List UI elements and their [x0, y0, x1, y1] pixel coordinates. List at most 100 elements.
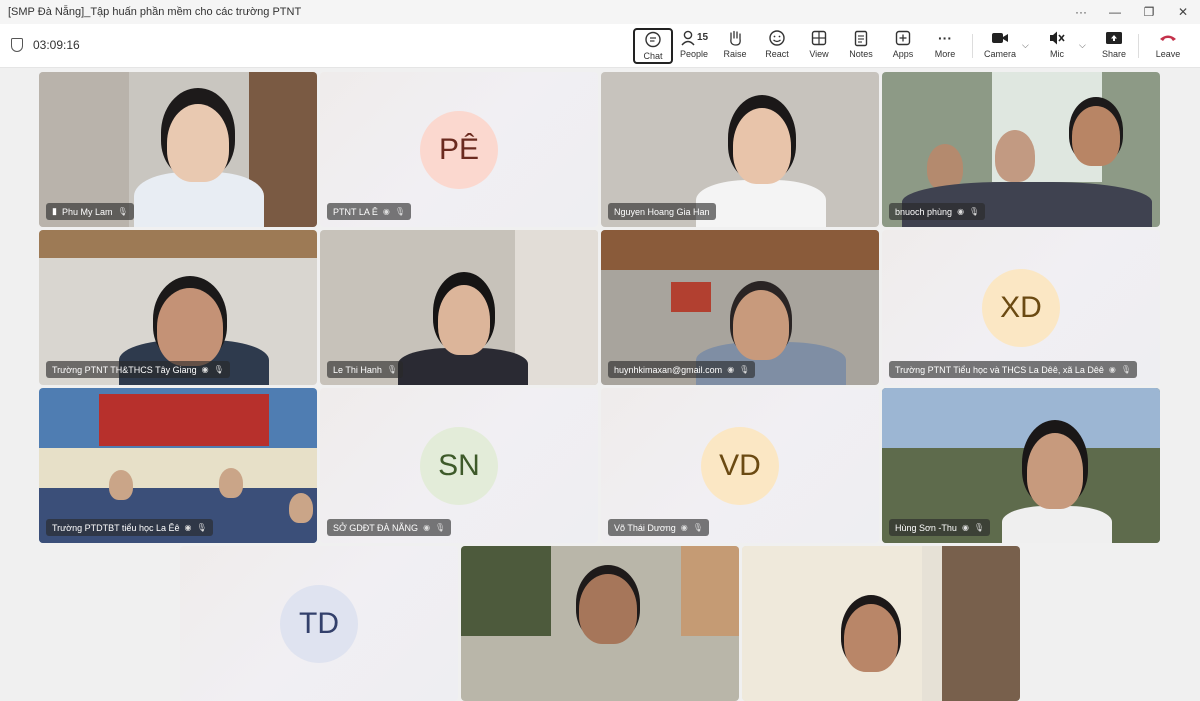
participant-name-tag: Võ Thái Dương ◉ 🎙︎	[608, 519, 709, 536]
participant-avatar: SN	[420, 426, 498, 505]
participant-grid: ▮ Phu My Lam 🎙︎ PÊ PTNT LA Ê ◉ 🎙︎ Nguyen Hoa…	[0, 68, 1200, 701]
mic-label: Mic	[1050, 49, 1064, 59]
hand-icon	[727, 28, 743, 48]
participant-tile[interactable]: Trường PTDTBT tiểu học La Êê ◉ 🎙︎	[39, 388, 317, 543]
participant-name-tag: PTNT LA Ê ◉ 🎙︎	[327, 203, 411, 220]
raise-label: Raise	[723, 49, 747, 59]
participant-tile[interactable]: VD Võ Thái Dương ◉ 🎙︎	[601, 388, 879, 543]
notes-button[interactable]: Notes	[841, 28, 881, 64]
participant-tile[interactable]: Hùng Sơn -Thu ◉ 🎙︎	[882, 388, 1160, 543]
hang-up-icon	[1159, 28, 1177, 48]
share-button[interactable]: Share	[1094, 28, 1134, 64]
signal-icon: ▮	[52, 206, 57, 216]
smiley-icon	[768, 28, 786, 48]
ellipsis-icon: ···	[938, 30, 952, 46]
people-count: 15	[696, 32, 709, 43]
participant-name-tag: Hùng Sơn -Thu ◉ 🎙︎	[889, 519, 991, 536]
toolbar-divider	[972, 34, 973, 58]
participant-avatar: PÊ	[420, 110, 498, 189]
spotlight-icon: ◉	[184, 523, 192, 532]
window-title: [SMP Đà Nẵng]_Tập huấn phần mềm cho các …	[8, 6, 302, 18]
people-button[interactable]: 15 People	[673, 28, 715, 64]
mic-button[interactable]: Mic	[1037, 28, 1077, 64]
apps-button[interactable]: Apps	[883, 28, 923, 64]
camera-icon	[991, 28, 1009, 48]
participant-name-tag: Trường PTNT Tiểu học và THCS La Dêê, xã …	[889, 361, 1137, 378]
participant-name-tag: Trường PTNT TH&THCS Tây Giang ◉ 🎙︎	[46, 361, 230, 378]
chat-label: Chat	[643, 51, 663, 61]
plus-icon	[895, 28, 911, 48]
participant-avatar: VD	[701, 426, 779, 505]
leave-button[interactable]: Leave	[1148, 28, 1188, 64]
more-options-icon[interactable]: ···	[1064, 0, 1098, 24]
participant-tile[interactable]: bnuoch phùng ◉ 🎙︎	[882, 72, 1160, 227]
chat-button[interactable]: Chat	[633, 28, 673, 64]
elapsed-time: 03:09:16	[33, 38, 80, 52]
mic-off-icon	[1048, 28, 1066, 48]
restore-button[interactable]: ❐	[1132, 0, 1166, 24]
people-label: People	[679, 49, 709, 59]
participant-name-tag: Nguyen Hoang Gia Han	[608, 203, 716, 220]
chat-bubble-icon	[644, 30, 662, 50]
toolbar-divider	[1138, 34, 1139, 58]
mic-muted-icon: 🎙︎	[969, 207, 980, 216]
people-icon: 15	[680, 28, 708, 48]
share-screen-icon	[1105, 28, 1123, 48]
mic-muted-icon: 🎙︎	[386, 365, 398, 374]
participant-name-tag: Le Thi Hanh 🎙︎	[327, 361, 404, 378]
spotlight-icon: ◉	[727, 365, 735, 374]
camera-button[interactable]: Camera	[980, 28, 1020, 64]
participant-tile[interactable]	[461, 546, 739, 701]
participant-tile[interactable]	[742, 546, 1020, 701]
mic-muted-icon: 🎙︎	[196, 523, 207, 532]
leave-label: Leave	[1155, 49, 1181, 59]
participant-name-tag: Trường PTDTBT tiểu học La Êê ◉ 🎙︎	[46, 519, 213, 536]
spotlight-icon: ◉	[957, 207, 965, 216]
mic-muted-icon: 🎙︎	[117, 207, 128, 216]
participant-tile[interactable]: TD	[180, 546, 458, 701]
mic-options-chevron-icon[interactable]: ⌵	[1079, 40, 1086, 51]
participant-avatar: XD	[982, 268, 1060, 347]
mic-muted-icon: 🎙︎	[1120, 365, 1131, 374]
participant-tile[interactable]: Le Thi Hanh 🎙︎	[320, 230, 598, 385]
mic-muted-icon: 🎙︎	[394, 207, 405, 216]
react-label: React	[765, 49, 789, 59]
spotlight-icon: ◉	[680, 523, 688, 532]
spotlight-icon: ◉	[1108, 365, 1116, 374]
mic-muted-icon: 🎙︎	[692, 523, 703, 532]
spotlight-icon: ◉	[423, 523, 431, 532]
participant-tile[interactable]: Nguyen Hoang Gia Han	[601, 72, 879, 227]
grid-view-icon	[811, 28, 827, 48]
raise-hand-button[interactable]: Raise	[715, 28, 755, 64]
view-label: View	[809, 49, 829, 59]
participant-tile[interactable]: SN SỞ GDĐT ĐÀ NẴNG ◉ 🎙︎	[320, 388, 598, 543]
meeting-timer: 03:09:16	[11, 38, 80, 52]
camera-label: Camera	[983, 49, 1016, 59]
spotlight-icon: ◉	[382, 207, 390, 216]
view-button[interactable]: View	[799, 28, 839, 64]
meeting-toolbar: 03:09:16 Chat 15 People Raise React View	[0, 24, 1200, 68]
participant-tile[interactable]: ▮ Phu My Lam 🎙︎	[39, 72, 317, 227]
apps-label: Apps	[892, 49, 914, 59]
spotlight-icon: ◉	[201, 365, 209, 374]
participant-tile[interactable]: Trường PTNT TH&THCS Tây Giang ◉ 🎙︎	[39, 230, 317, 385]
mic-muted-icon: 🎙︎	[739, 365, 750, 374]
camera-options-chevron-icon[interactable]: ⌵	[1022, 40, 1029, 51]
notes-label: Notes	[849, 49, 873, 59]
title-bar: [SMP Đà Nẵng]_Tập huấn phần mềm cho các …	[0, 0, 1200, 24]
more-button[interactable]: ··· More	[925, 28, 965, 64]
shield-icon	[11, 38, 23, 52]
spotlight-icon: ◉	[961, 523, 969, 532]
mic-muted-icon: 🎙︎	[213, 365, 224, 374]
participant-tile[interactable]: PÊ PTNT LA Ê ◉ 🎙︎	[320, 72, 598, 227]
participant-tile[interactable]: huynhkimaxan@gmail.com ◉ 🎙︎	[601, 230, 879, 385]
share-label: Share	[1101, 49, 1127, 59]
participant-name-tag: SỞ GDĐT ĐÀ NẴNG ◉ 🎙︎	[327, 519, 452, 536]
mic-muted-icon: 🎙︎	[973, 523, 985, 532]
mic-muted-icon: 🎙︎	[435, 523, 446, 532]
participant-tile[interactable]: XD Trường PTNT Tiểu học và THCS La Dêê, …	[882, 230, 1160, 385]
notes-icon	[854, 28, 868, 48]
close-button[interactable]: ✕	[1166, 0, 1200, 24]
minimize-button[interactable]: —	[1098, 0, 1132, 24]
react-button[interactable]: React	[757, 28, 797, 64]
